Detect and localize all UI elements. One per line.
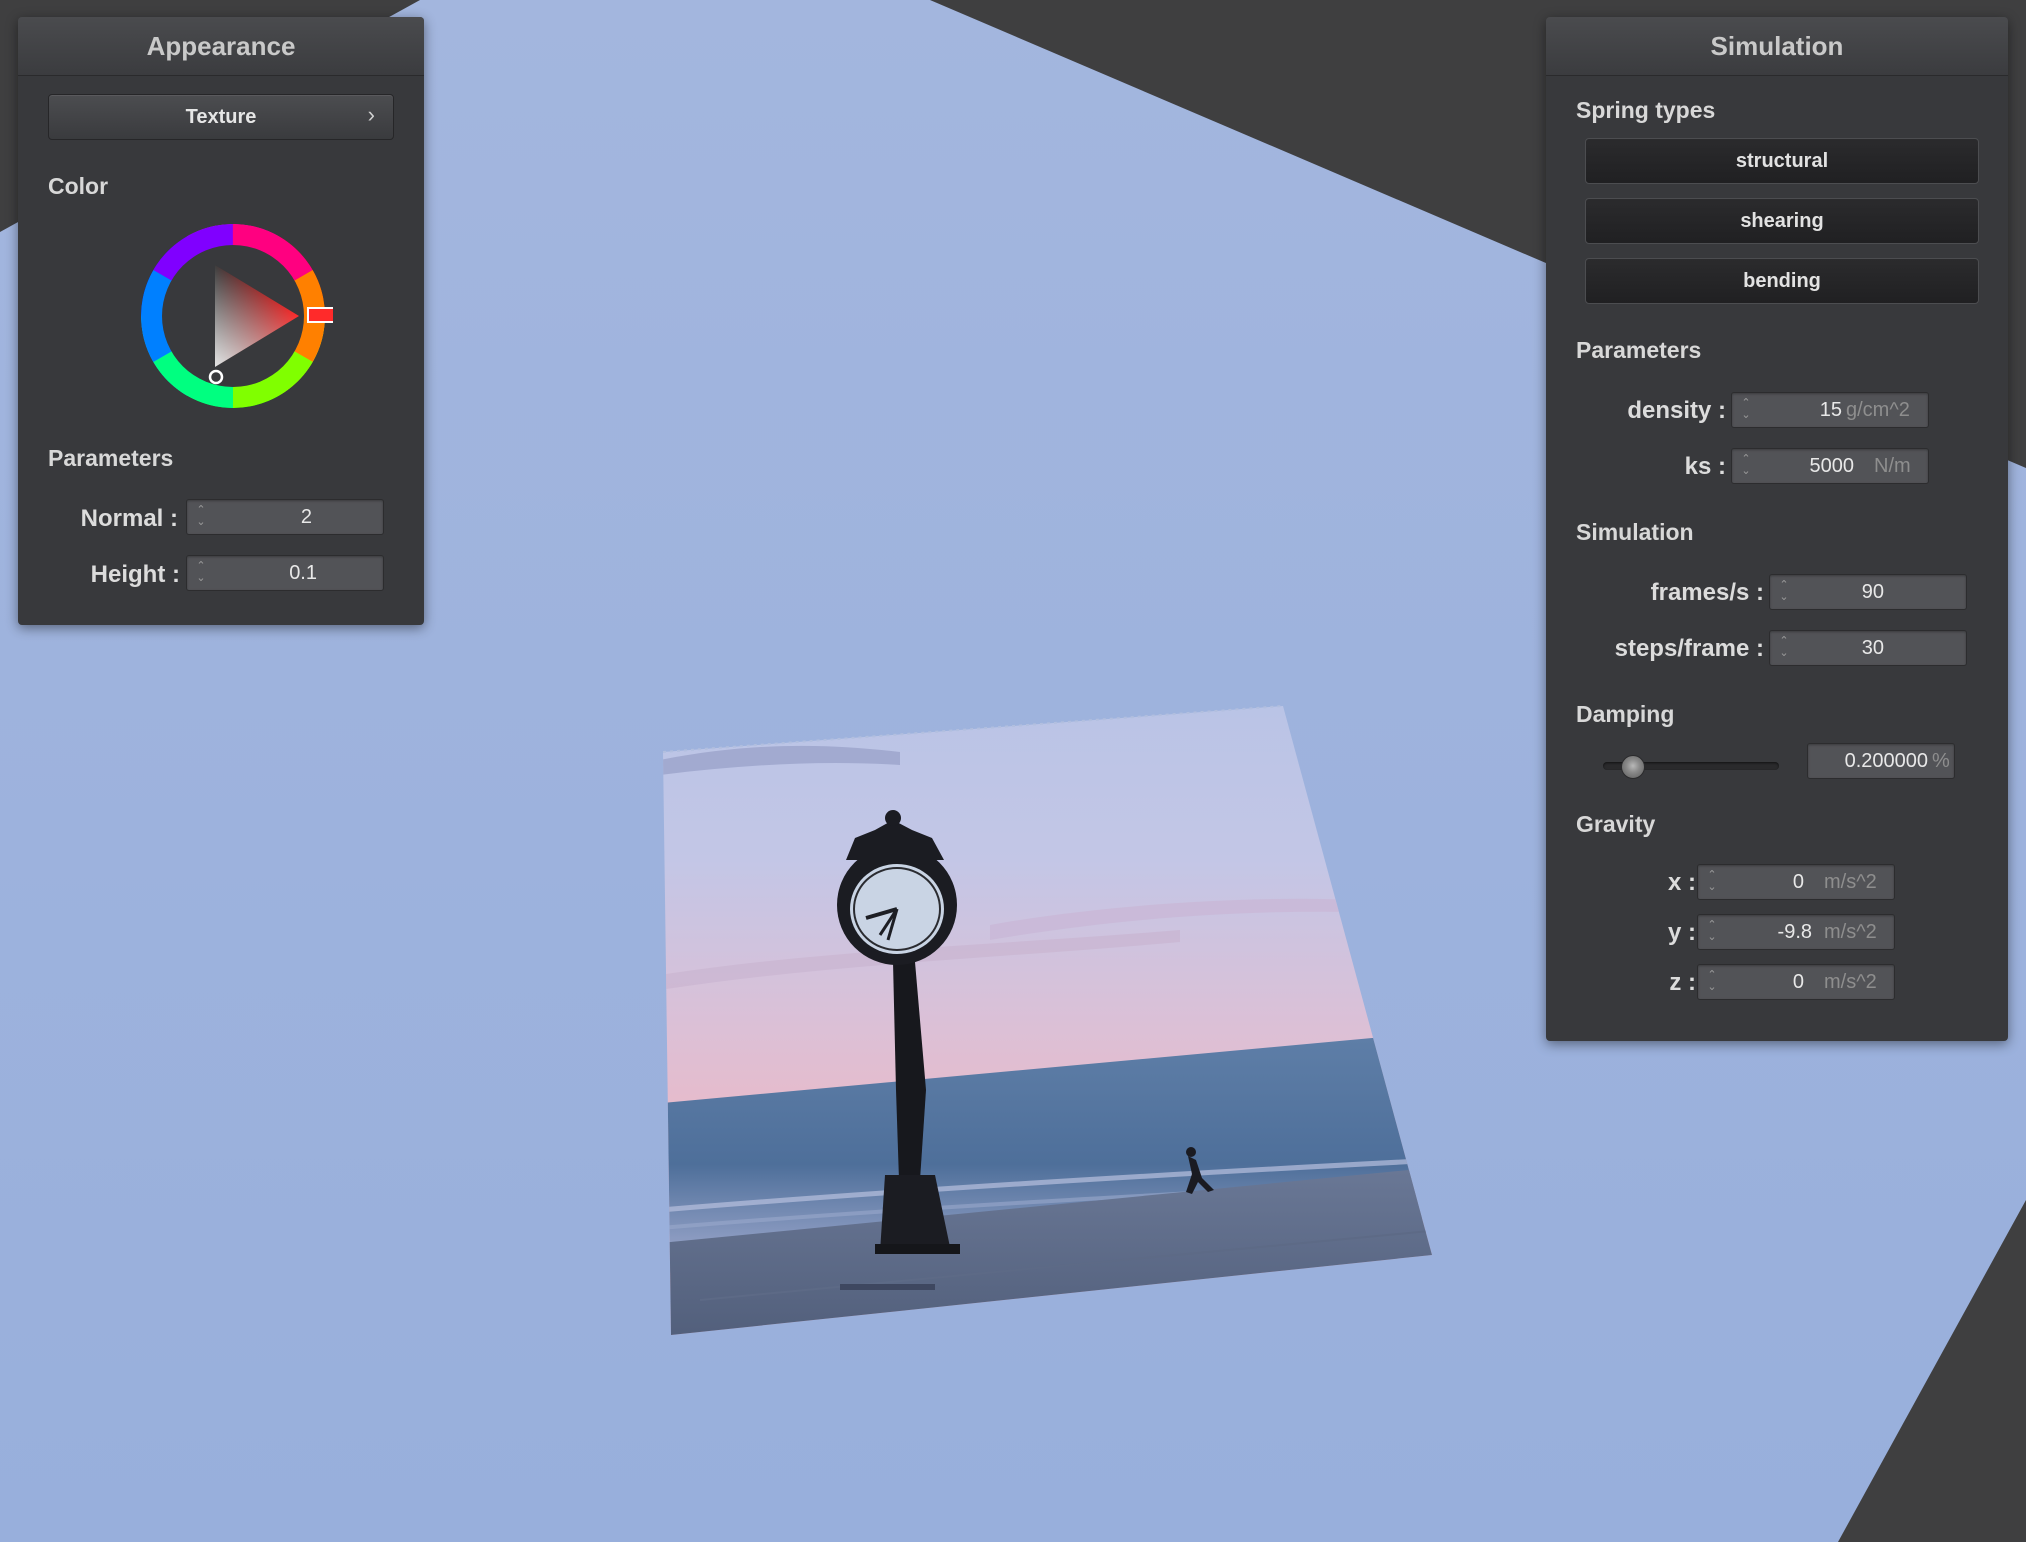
spinner-arrows-icon[interactable]: ⌃ ⌄ <box>1740 397 1752 423</box>
spring-bending-button[interactable]: bending <box>1585 258 1979 304</box>
simulation-section-label: Simulation <box>1576 519 1694 545</box>
simulation-panel-title: Simulation <box>1546 17 2008 76</box>
height-value: 0.1 <box>289 562 317 584</box>
spinner-arrows-icon[interactable]: ⌃ ⌄ <box>1706 969 1718 995</box>
texture-button[interactable]: Texture › <box>48 94 394 140</box>
density-input[interactable]: ⌃ ⌄ 15 g/cm^2 <box>1731 392 1929 428</box>
gravity-x-label: x : <box>1667 869 1696 896</box>
steps-per-frame-label: steps/frame : <box>1614 635 1764 662</box>
damping-value: 0.200000 <box>1844 750 1928 772</box>
appearance-panel: Appearance Texture › Color Parameters No… <box>18 17 424 625</box>
spinner-arrows-icon[interactable]: ⌃ ⌄ <box>195 560 207 586</box>
spring-structural-button[interactable]: structural <box>1585 138 1979 184</box>
gravity-label: Gravity <box>1576 811 1656 837</box>
spinner-arrows-icon[interactable]: ⌃ ⌄ <box>1706 919 1718 945</box>
height-label: Height : <box>90 561 180 588</box>
simulation-parameters-label: Parameters <box>1576 337 1702 363</box>
spinner-arrows-icon[interactable]: ⌃ ⌄ <box>1706 869 1718 895</box>
spring-types-label: Spring types <box>1576 97 1716 123</box>
height-input[interactable]: ⌃ ⌄ 0.1 <box>186 555 384 591</box>
appearance-panel-title: Appearance <box>18 17 424 76</box>
damping-unit: % <box>1932 750 1950 772</box>
normal-input[interactable]: ⌃ ⌄ 2 <box>186 499 384 535</box>
steps-per-frame-input[interactable]: ⌃ ⌄ 30 <box>1769 630 1967 666</box>
hue-selector-handle <box>307 307 333 323</box>
spring-shearing-button[interactable]: shearing <box>1585 198 1979 244</box>
damping-label: Damping <box>1576 701 1675 727</box>
density-label: density : <box>1627 397 1726 424</box>
color-wheel-picker[interactable] <box>133 220 333 420</box>
gravity-x-input[interactable]: ⌃ ⌄ 0 m/s^2 <box>1697 864 1895 900</box>
gravity-x-unit: m/s^2 <box>1824 871 1877 893</box>
frames-per-second-input[interactable]: ⌃ ⌄ 90 <box>1769 574 1967 610</box>
normal-value: 2 <box>300 506 312 528</box>
frames-per-second-label: frames/s : <box>1650 579 1764 606</box>
gravity-z-label: z : <box>1669 969 1696 996</box>
color-section-label: Color <box>48 173 109 199</box>
appearance-parameters-label: Parameters <box>48 445 174 471</box>
texture-button-label: Texture <box>185 106 257 128</box>
gravity-z-value: 0 <box>1792 971 1804 993</box>
ks-input[interactable]: ⌃ ⌄ 5000 N/m <box>1731 448 1929 484</box>
frames-per-second-value: 90 <box>1861 581 1884 603</box>
damping-input[interactable]: 0.200000 % <box>1807 743 1955 779</box>
spinner-arrows-icon[interactable]: ⌃ ⌄ <box>195 504 207 530</box>
spinner-arrows-icon[interactable]: ⌃ ⌄ <box>1778 579 1790 605</box>
simulation-panel: Simulation Spring types structural shear… <box>1546 17 2008 1041</box>
gravity-y-input[interactable]: ⌃ ⌄ -9.8 m/s^2 <box>1697 914 1895 950</box>
gravity-y-unit: m/s^2 <box>1824 921 1877 943</box>
damping-slider-knob[interactable] <box>1621 755 1646 779</box>
steps-per-frame-value: 30 <box>1861 637 1884 659</box>
gravity-y-value: -9.8 <box>1777 921 1812 943</box>
ks-label: ks : <box>1684 453 1726 480</box>
damping-slider[interactable] <box>1603 753 1779 779</box>
density-value: 15 <box>1819 399 1842 421</box>
spinner-arrows-icon[interactable]: ⌃ ⌄ <box>1740 453 1752 479</box>
normal-label: Normal : <box>80 505 178 532</box>
gravity-y-label: y : <box>1667 919 1696 946</box>
ks-unit: N/m <box>1874 455 1911 477</box>
ks-value: 5000 <box>1809 455 1855 477</box>
gravity-z-input[interactable]: ⌃ ⌄ 0 m/s^2 <box>1697 964 1895 1000</box>
density-unit: g/cm^2 <box>1846 399 1910 421</box>
chevron-right-icon: › <box>367 102 375 127</box>
spinner-arrows-icon[interactable]: ⌃ ⌄ <box>1778 635 1790 661</box>
gravity-x-value: 0 <box>1792 871 1804 893</box>
gravity-z-unit: m/s^2 <box>1824 971 1877 993</box>
